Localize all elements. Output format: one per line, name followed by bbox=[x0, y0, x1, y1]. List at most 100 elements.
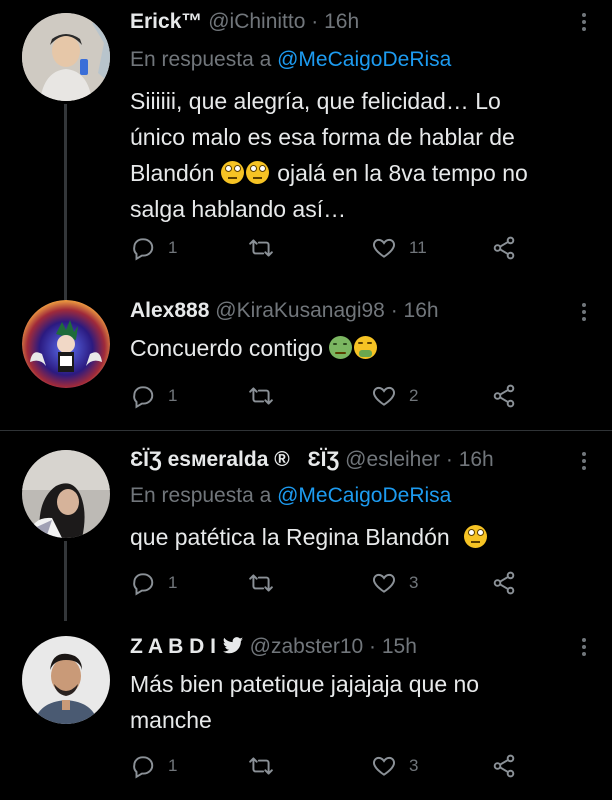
avatar[interactable] bbox=[22, 636, 110, 724]
retweet-button[interactable] bbox=[248, 381, 286, 411]
tweet-text-line: salga hablando así… bbox=[130, 196, 347, 222]
reply-prefix: En respuesta a bbox=[130, 484, 272, 507]
thread-line bbox=[64, 541, 67, 621]
eye-roll-emoji bbox=[464, 525, 488, 548]
share-icon bbox=[493, 571, 515, 595]
more-icon[interactable] bbox=[580, 300, 588, 326]
reply-context: En respuesta a @MeCaigoDeRisa bbox=[130, 47, 451, 73]
more-icon[interactable] bbox=[580, 635, 588, 661]
share-icon bbox=[493, 236, 515, 260]
reply-icon bbox=[133, 386, 154, 409]
tweet-text-line: Más bien patetique jajajaja que no bbox=[130, 671, 480, 697]
tweet-text-line: Blandón ojalá en la 8va tempo no bbox=[130, 155, 582, 191]
like-button[interactable]: 11 bbox=[371, 233, 427, 263]
tweet-alex888[interactable]: Alex888 @KiraKusanagi98 · 16h Concuerdo … bbox=[0, 290, 612, 430]
timestamp[interactable]: 15h bbox=[382, 635, 417, 658]
tweet-header: ƐЇƷ esмeralda ® ƐЇƷ @esleiher · 16h bbox=[130, 447, 572, 473]
share-button[interactable] bbox=[491, 233, 517, 263]
tweet-header: Erick™ @iChinitto · 16h bbox=[130, 9, 572, 35]
vomit-emoji bbox=[354, 336, 378, 359]
reply-count: 1 bbox=[168, 386, 178, 405]
reply-button[interactable]: 1 bbox=[130, 381, 177, 411]
tweet-text-segment: que patética la Regina Blandón bbox=[130, 524, 450, 550]
display-name[interactable]: Z A B D I bbox=[130, 635, 216, 658]
retweet-button[interactable] bbox=[248, 751, 286, 781]
reply-count: 1 bbox=[168, 756, 178, 775]
like-icon bbox=[373, 756, 395, 776]
share-icon bbox=[493, 384, 515, 408]
tweet-esmeralda[interactable]: ƐЇƷ esмeralda ® ƐЇƷ @esleiher · 16h En r… bbox=[0, 431, 612, 621]
reply-mention-link[interactable]: @MeCaigoDeRisa bbox=[277, 48, 451, 71]
more-icon[interactable] bbox=[580, 10, 588, 36]
like-button[interactable]: 3 bbox=[371, 568, 418, 598]
thread-line bbox=[64, 104, 67, 304]
tweet-actions: 1 11 bbox=[130, 233, 530, 263]
tweet-text: Siiiiii, que alegría, que felicidad… Lo … bbox=[130, 83, 582, 227]
tweet-actions: 1 3 bbox=[130, 751, 530, 781]
reply-count: 1 bbox=[168, 573, 178, 592]
avatar-photo bbox=[22, 13, 110, 101]
separator: · bbox=[369, 635, 377, 658]
display-name-suffix[interactable]: ƐЇƷ bbox=[308, 448, 340, 471]
like-icon bbox=[373, 238, 395, 258]
tweet-text-segment: ojalá en la 8va tempo no bbox=[277, 160, 528, 186]
reply-button[interactable]: 1 bbox=[130, 233, 177, 263]
user-handle[interactable]: @esleiher bbox=[345, 448, 440, 471]
tweet-erick[interactable]: Erick™ @iChinitto · 16h En respuesta a @… bbox=[0, 0, 612, 304]
like-button[interactable]: 3 bbox=[371, 751, 418, 781]
like-count: 2 bbox=[409, 386, 419, 405]
tweet-text: Concuerdo contigo bbox=[130, 330, 582, 366]
twitter-bird-icon bbox=[222, 637, 243, 654]
avatar[interactable] bbox=[22, 13, 110, 101]
like-count: 3 bbox=[409, 756, 419, 775]
timestamp[interactable]: 16h bbox=[459, 448, 494, 471]
eye-roll-emoji bbox=[245, 161, 269, 184]
nauseated-emoji bbox=[329, 336, 353, 359]
like-icon bbox=[373, 386, 395, 406]
reply-icon bbox=[133, 238, 154, 261]
separator: · bbox=[390, 299, 398, 322]
share-button[interactable] bbox=[491, 568, 517, 598]
share-button[interactable] bbox=[491, 381, 517, 411]
retweet-icon bbox=[249, 387, 273, 405]
avatar[interactable] bbox=[22, 300, 110, 388]
like-count: 3 bbox=[409, 573, 419, 592]
user-handle[interactable]: @zabster10 bbox=[250, 635, 364, 658]
timestamp[interactable]: 16h bbox=[404, 299, 439, 322]
share-button[interactable] bbox=[491, 751, 517, 781]
user-handle[interactable]: @KiraKusanagi98 bbox=[215, 299, 385, 322]
display-name[interactable]: Alex888 bbox=[130, 299, 209, 322]
separator: · bbox=[445, 448, 453, 471]
tweet-zabdi[interactable]: Z A B D I @zabster10 · 15h Más bien pate… bbox=[0, 621, 612, 800]
tweet-text-segment: Blandón bbox=[130, 160, 215, 186]
tweet-header: Z A B D I @zabster10 · 15h bbox=[130, 634, 572, 660]
tweet-text-line: manche bbox=[130, 707, 212, 733]
tweet-text-segment: Concuerdo contigo bbox=[130, 335, 324, 361]
tweet-actions: 1 3 bbox=[130, 568, 530, 598]
separator: · bbox=[311, 10, 319, 33]
avatar-photo bbox=[22, 450, 110, 538]
reply-count: 1 bbox=[168, 238, 178, 257]
more-icon[interactable] bbox=[580, 449, 588, 475]
timestamp[interactable]: 16h bbox=[324, 10, 359, 33]
avatar[interactable] bbox=[22, 450, 110, 538]
reply-prefix: En respuesta a bbox=[130, 48, 272, 71]
reply-button[interactable]: 1 bbox=[130, 751, 177, 781]
reply-mention-link[interactable]: @MeCaigoDeRisa bbox=[277, 484, 451, 507]
like-icon bbox=[373, 573, 395, 593]
tweet-text: que patética la Regina Blandón bbox=[130, 519, 582, 555]
retweet-button[interactable] bbox=[248, 233, 286, 263]
display-name[interactable]: ƐЇƷ esмeralda ® bbox=[130, 448, 290, 471]
retweet-icon bbox=[249, 757, 273, 775]
retweet-button[interactable] bbox=[248, 568, 286, 598]
avatar-art bbox=[22, 300, 110, 388]
reply-button[interactable]: 1 bbox=[130, 568, 177, 598]
tweet-actions: 1 2 bbox=[130, 381, 530, 411]
tweet-text-line: único malo es esa forma de hablar de bbox=[130, 124, 515, 150]
retweet-icon bbox=[249, 239, 273, 257]
reply-icon bbox=[133, 573, 154, 596]
display-name[interactable]: Erick™ bbox=[130, 10, 202, 33]
user-handle[interactable]: @iChinitto bbox=[208, 10, 305, 33]
like-button[interactable]: 2 bbox=[371, 381, 418, 411]
tweet-text: Más bien patetique jajajaja que no manch… bbox=[130, 666, 582, 738]
